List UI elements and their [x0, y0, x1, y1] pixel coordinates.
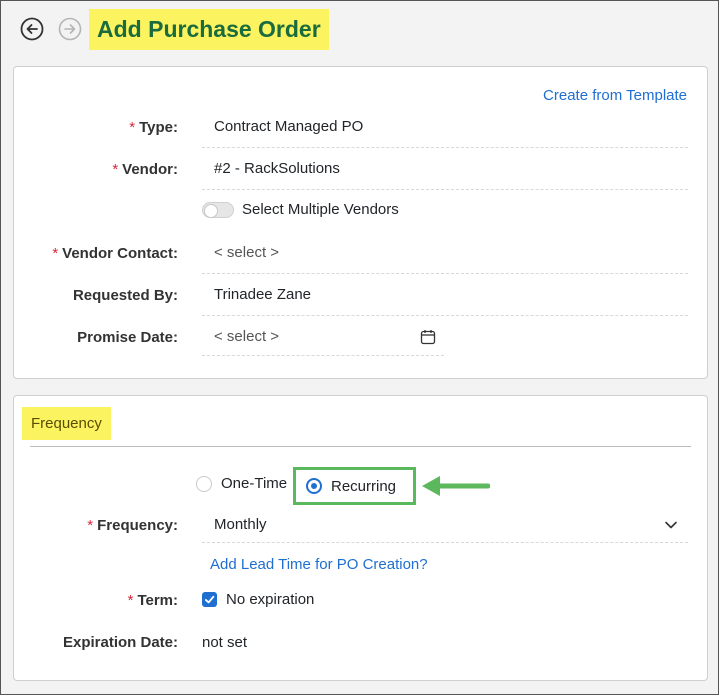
promise-date-field[interactable]: < select > [202, 328, 444, 356]
multiple-vendors-toggle[interactable] [202, 201, 234, 218]
forward-arrow-icon [58, 17, 82, 41]
multiple-vendors-label: Select Multiple Vendors [242, 201, 399, 218]
type-field[interactable]: Contract Managed PO [202, 118, 688, 148]
create-from-template-link[interactable]: Create from Template [543, 87, 687, 104]
vendor-contact-select[interactable]: < select > [202, 244, 688, 274]
expiration-date-label: Expiration Date: [62, 634, 178, 651]
required-marker: * [127, 592, 134, 609]
no-expiration-label: No expiration [226, 591, 315, 608]
required-marker: * [129, 119, 136, 136]
promise-date-label: Promise Date: [77, 329, 178, 346]
expiration-date-value: not set [202, 634, 248, 651]
frequency-section-title: Frequency [22, 407, 111, 440]
radio-recurring[interactable]: Recurring [293, 467, 416, 505]
required-marker: * [52, 245, 59, 262]
frequency-value: Monthly [214, 516, 267, 533]
frequency-select[interactable]: Monthly [202, 516, 688, 543]
required-marker: * [87, 517, 94, 534]
no-expiration-checkbox[interactable] [202, 592, 217, 607]
one-time-label: One-Time [221, 475, 288, 492]
vendor-field[interactable]: #2 - RackSolutions [202, 160, 688, 190]
back-button[interactable] [20, 17, 44, 41]
annotation-arrow-icon [422, 476, 490, 496]
vendor-contact-label: * Vendor Contact: [52, 245, 178, 262]
vendor-label: * Vendor: [112, 161, 178, 178]
term-label-text: Term: [137, 592, 178, 609]
term-label: * Term: [128, 592, 178, 609]
promise-date-value: < select > [214, 328, 280, 345]
section-divider [30, 446, 691, 447]
requested-by-field[interactable]: Trinadee Zane [202, 286, 688, 316]
type-label-text: Type: [139, 119, 178, 136]
checkmark-icon [204, 595, 215, 604]
vendor-contact-label-text: Vendor Contact: [62, 245, 178, 262]
page-title: Add Purchase Order [89, 9, 329, 50]
frequency-label: * Frequency: [87, 517, 178, 534]
back-arrow-icon [20, 17, 44, 41]
one-time-radio[interactable] [196, 475, 212, 492]
requested-by-label: Requested By: [72, 287, 178, 304]
frequency-card: Frequency One-Time Recurring * Frequency:… [13, 395, 708, 681]
po-details-card: Create from Template * Type: Contract Man… [13, 66, 708, 379]
calendar-icon[interactable] [420, 329, 436, 345]
forward-button[interactable] [58, 17, 82, 41]
type-label: * Type: [129, 119, 178, 136]
chevron-down-icon [665, 521, 677, 528]
no-expiration-row[interactable]: No expiration [202, 591, 314, 608]
add-lead-time-link[interactable]: Add Lead Time for PO Creation? [210, 556, 428, 573]
recurring-radio[interactable] [306, 478, 322, 494]
multiple-vendors-toggle-row[interactable]: Select Multiple Vendors [202, 201, 399, 218]
radio-one-time[interactable]: One-Time [196, 475, 287, 492]
required-marker: * [112, 161, 119, 178]
vendor-label-text: Vendor: [122, 161, 178, 178]
recurring-label: Recurring [331, 477, 397, 495]
frequency-label-text: Frequency: [97, 517, 178, 534]
